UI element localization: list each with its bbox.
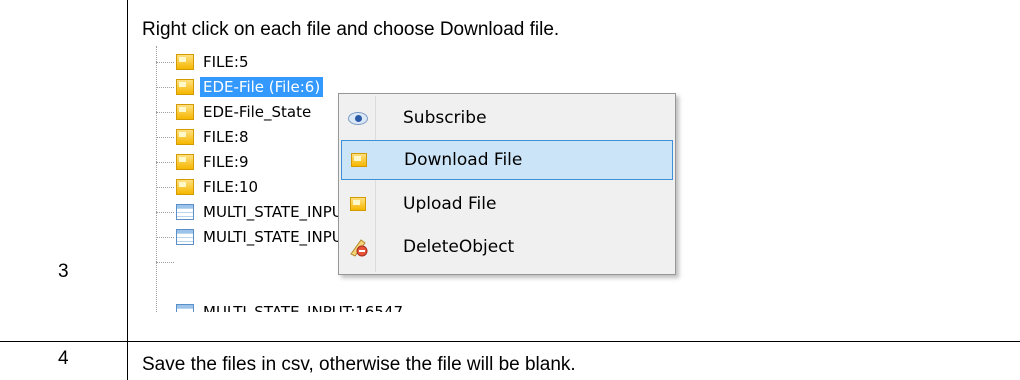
file-icon (350, 197, 366, 211)
menu-item-subscribe[interactable]: Subscribe (341, 98, 673, 138)
step-number: 3 (58, 261, 69, 282)
delete-object-icon (350, 239, 368, 257)
menu-item-label: Download File (404, 150, 523, 170)
tree-item[interactable]: FILE:9 (176, 151, 251, 173)
tree-item[interactable]: MULTI_STATE_INPUT:16547 (176, 301, 406, 312)
tree-guide-line (156, 162, 174, 163)
file-icon (176, 104, 194, 120)
table-divider-vertical-bottom (127, 342, 128, 380)
file-icon (351, 153, 367, 167)
file-icon (176, 54, 194, 70)
file-icon (176, 129, 194, 145)
tree-item[interactable]: FILE:8 (176, 126, 251, 148)
tree-guide-line (156, 262, 174, 263)
menu-item-label: DeleteObject (403, 237, 515, 257)
menu-item-label: Subscribe (403, 108, 487, 128)
tree-guide-line (156, 212, 174, 213)
tree-item-label: EDE-File (File:6) (200, 77, 324, 97)
tree-guide-line (156, 62, 174, 63)
menu-item-download-file[interactable]: Download File (341, 140, 673, 180)
file-icon (176, 79, 194, 95)
tree-guide-line (156, 137, 174, 138)
tree-item-label: EDE-File_State (203, 103, 312, 121)
tree-item-label: FILE:5 (203, 53, 249, 71)
tree-item[interactable]: EDE-File_State (176, 101, 314, 123)
tree-item-label: FILE:8 (203, 128, 249, 146)
tree-item-label: FILE:9 (203, 153, 249, 171)
table-row-divider (0, 341, 1020, 342)
context-menu: Subscribe Download File Upload File Dele… (338, 93, 676, 275)
file-icon (176, 154, 194, 170)
tree-guide-line (156, 46, 157, 312)
table-divider-vertical-top (127, 0, 128, 342)
menu-item-upload-file[interactable]: Upload File (341, 184, 673, 224)
file-icon (176, 179, 194, 195)
menu-item-delete-object[interactable]: DeleteObject (341, 227, 673, 267)
table-icon (176, 304, 194, 312)
tree-item-label: FILE:10 (203, 178, 259, 196)
tree-guide-line (156, 112, 174, 113)
step-number: 4 (58, 348, 69, 369)
step-instruction: Right click on each file and choose Down… (142, 19, 560, 40)
eye-icon (348, 111, 368, 125)
tree-item-label: MULTI_STATE_INPUT:16547 (203, 303, 404, 312)
tree-item[interactable]: FILE:10 (176, 176, 261, 198)
table-icon (176, 204, 194, 220)
tree-guide-line (156, 87, 174, 88)
tree-guide-line (156, 237, 174, 238)
tree-guide-line (156, 187, 174, 188)
tree-item[interactable]: FILE:5 (176, 51, 251, 73)
menu-item-label: Upload File (403, 194, 497, 214)
tree-item-selected[interactable]: EDE-File (File:6) (176, 76, 324, 98)
step-instruction: Save the files in csv, otherwise the fil… (142, 354, 576, 375)
table-icon (176, 229, 194, 245)
tree-view-screenshot: FILE:5 EDE-File (File:6) EDE-File_State … (142, 46, 702, 312)
